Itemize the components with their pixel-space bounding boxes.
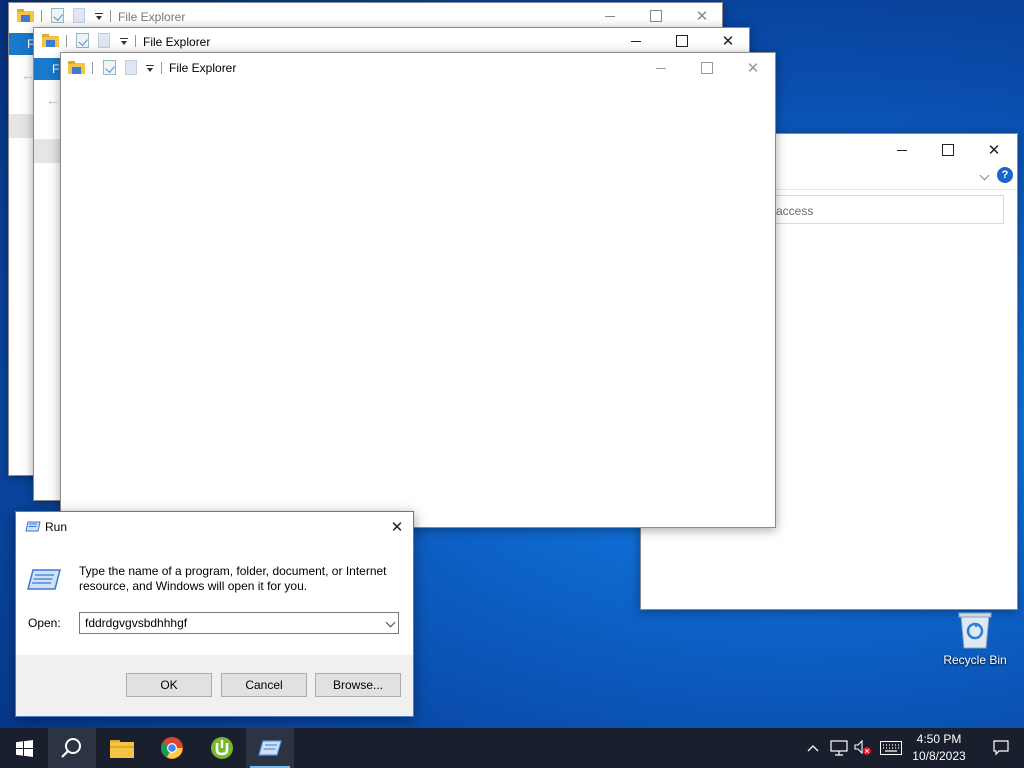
close-icon: ✕ (390, 519, 404, 536)
network-icon (830, 740, 848, 756)
maximize-button[interactable] (925, 135, 971, 165)
keyboard-tray-icon[interactable] (880, 741, 902, 755)
open-combobox[interactable]: fddrdgvgvsbdhhhgf (79, 612, 399, 634)
title-separator (110, 10, 111, 22)
ribbon-expand-chevron-icon[interactable] (979, 170, 990, 181)
network-tray-icon[interactable] (830, 740, 848, 756)
title-bar[interactable]: File Explorer ✕ (61, 53, 775, 83)
properties-icon[interactable] (51, 8, 64, 23)
folder-icon (68, 61, 85, 74)
close-icon: ✕ (746, 60, 760, 77)
file-explorer-taskbar-button[interactable] (98, 728, 146, 768)
clock[interactable]: 4:50 PM 10/8/2023 (906, 728, 972, 768)
chevron-up-icon (807, 745, 819, 752)
nav-pane-selected-item[interactable] (34, 139, 60, 163)
notification-icon (993, 740, 1009, 756)
back-arrow-icon[interactable]: ← (46, 92, 60, 108)
chrome-taskbar-button[interactable] (148, 728, 196, 768)
run-description: Type the name of a program, folder, docu… (79, 564, 387, 593)
chevron-down-icon[interactable] (385, 617, 396, 628)
title-bar[interactable]: File Explorer ✕ (34, 28, 749, 54)
file-tab-label: F (52, 62, 60, 76)
minimize-button[interactable] (587, 3, 633, 29)
nav-pane-selected-item[interactable] (9, 114, 35, 138)
search-box[interactable]: access (761, 195, 1004, 224)
search-button[interactable] (48, 728, 96, 768)
windows-logo-icon (15, 739, 33, 757)
title-separator (135, 35, 136, 47)
close-button[interactable]: ✕ (381, 512, 413, 542)
recycle-bin-shortcut[interactable]: Recycle Bin (938, 608, 1012, 670)
clock-time: 4:50 PM (916, 732, 962, 746)
run-title: Run (45, 520, 68, 534)
window-title: File Explorer (143, 35, 211, 49)
search-box-text: access (776, 204, 814, 218)
show-hidden-icons-button[interactable] (806, 741, 820, 755)
browse-button[interactable]: Browse... (315, 673, 401, 697)
customize-toolbar-dropdown-icon[interactable] (120, 38, 128, 46)
customize-toolbar-dropdown-icon[interactable] (146, 65, 154, 73)
new-folder-icon[interactable] (73, 8, 85, 23)
utorrent-icon (211, 737, 233, 759)
minimize-button[interactable] (638, 53, 684, 83)
start-button[interactable] (0, 728, 48, 768)
close-button[interactable]: ✕ (971, 135, 1017, 165)
maximize-button[interactable] (659, 28, 705, 54)
run-icon (258, 740, 282, 756)
keyboard-icon (880, 741, 902, 755)
help-icon: ? (1001, 169, 1009, 181)
ok-button[interactable]: OK (126, 673, 212, 697)
cancel-button[interactable]: Cancel (221, 673, 307, 697)
utorrent-taskbar-button[interactable] (198, 728, 246, 768)
browse-label: Browse... (332, 678, 383, 692)
folder-icon (17, 9, 34, 22)
close-button[interactable]: ✕ (705, 28, 749, 54)
quick-access-separator (66, 35, 67, 47)
new-folder-icon[interactable] (98, 33, 110, 48)
explorer-window-3[interactable]: File Explorer ✕ (60, 52, 776, 528)
action-center-button[interactable] (978, 728, 1024, 768)
run-button-area: OK Cancel Browse... (16, 655, 413, 716)
close-icon: ✕ (695, 8, 709, 25)
taskbar: 4:50 PM 10/8/2023 (0, 728, 1024, 768)
close-button[interactable]: ✕ (730, 53, 775, 83)
run-program-icon (27, 569, 61, 590)
window-title: File Explorer (118, 10, 186, 24)
title-separator (161, 62, 162, 74)
quick-access-separator (92, 62, 93, 74)
open-label: Open: (28, 616, 61, 630)
open-input[interactable]: fddrdgvgvsbdhhhgf (85, 616, 187, 630)
maximize-button[interactable] (684, 53, 730, 83)
volume-tray-icon[interactable] (854, 739, 872, 756)
run-title-bar[interactable]: Run ✕ (16, 512, 413, 542)
quick-access-separator (41, 10, 42, 22)
clock-date: 10/8/2023 (912, 749, 966, 763)
minimize-button[interactable] (613, 28, 659, 54)
run-taskbar-button[interactable] (246, 728, 294, 768)
minimize-button[interactable] (879, 135, 925, 165)
help-button[interactable]: ? (997, 167, 1013, 183)
folder-icon (42, 34, 59, 47)
window-title: File Explorer (169, 61, 237, 75)
chrome-icon (161, 737, 183, 759)
cancel-label: Cancel (245, 678, 283, 692)
close-icon: ✕ (721, 33, 735, 50)
close-icon: ✕ (987, 142, 1001, 159)
close-button[interactable]: ✕ (679, 3, 722, 29)
properties-icon[interactable] (76, 33, 89, 48)
run-icon (25, 521, 41, 532)
title-bar[interactable]: File Explorer ✕ (9, 3, 722, 29)
customize-toolbar-dropdown-icon[interactable] (95, 13, 103, 21)
recycle-bin-icon (958, 612, 992, 649)
folder-icon (110, 740, 134, 758)
new-folder-icon[interactable] (125, 60, 137, 75)
maximize-button[interactable] (633, 3, 679, 29)
properties-icon[interactable] (103, 60, 116, 75)
search-icon (61, 738, 81, 758)
volume-muted-icon (854, 739, 871, 755)
recycle-bin-label: Recycle Bin (943, 653, 1007, 667)
run-dialog[interactable]: Run ✕ Type the name of a program, folder… (15, 511, 414, 717)
ok-label: OK (160, 678, 178, 692)
